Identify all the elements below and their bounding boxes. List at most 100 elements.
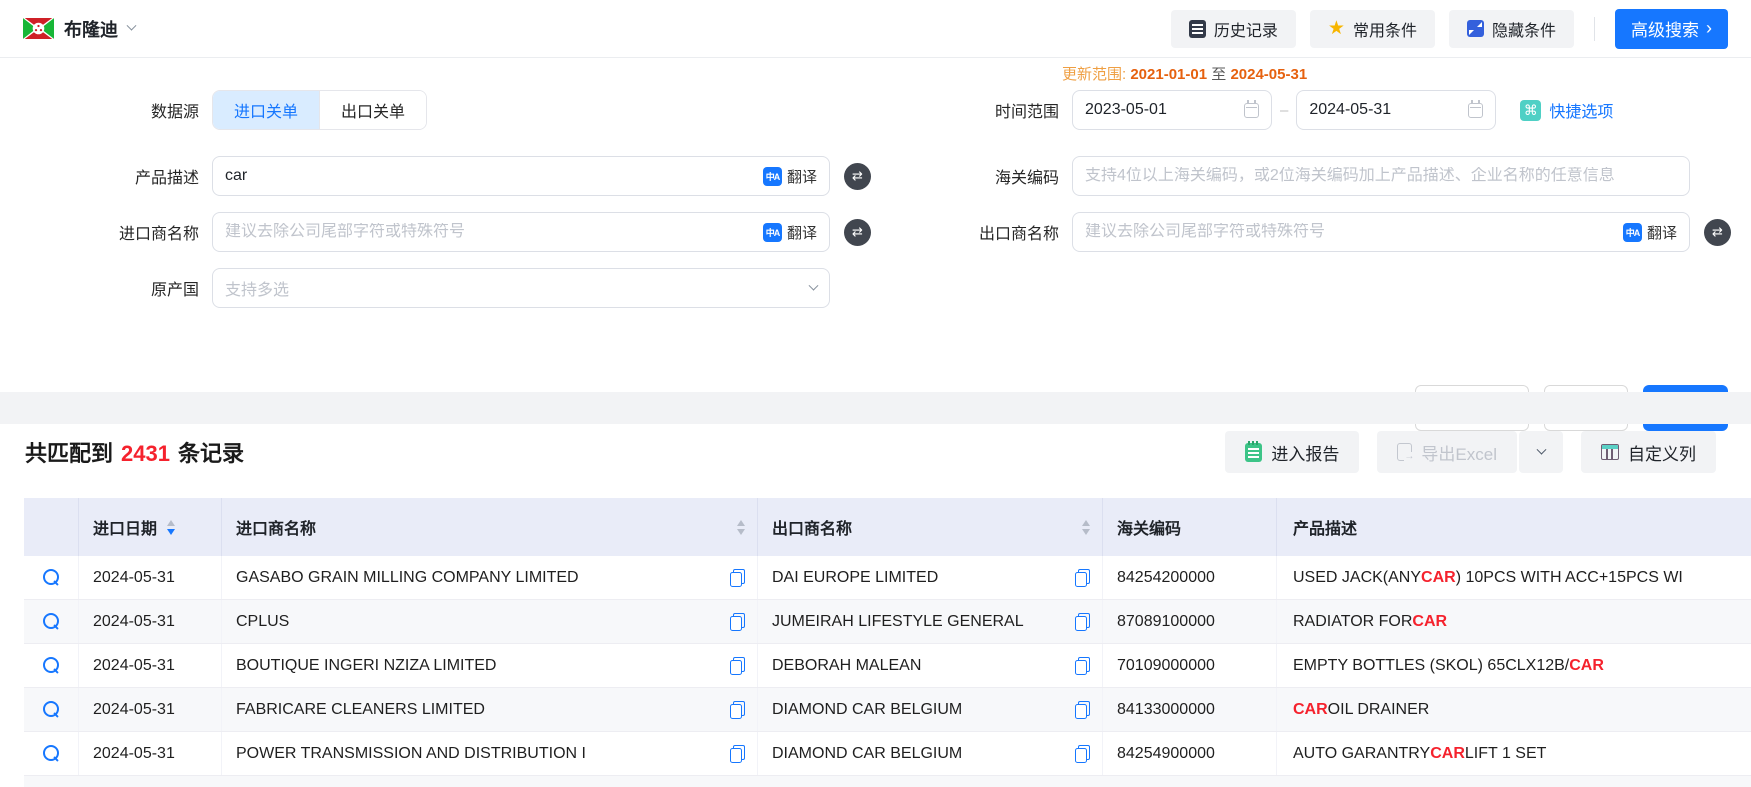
cell-product-desc: RADIATOR FOR CAR [1277, 600, 1751, 643]
translate-toggle-icon[interactable] [844, 163, 871, 190]
sort-asc-icon [1082, 520, 1090, 526]
sort-icons[interactable] [167, 520, 175, 535]
country-selector[interactable]: 布隆迪 [23, 16, 135, 42]
history-label: 历史记录 [1214, 17, 1278, 41]
hs-code-input[interactable] [1085, 167, 1677, 185]
hide-conditions-button[interactable]: 隐藏条件 [1449, 10, 1574, 48]
translate-toggle-icon[interactable] [844, 219, 871, 246]
exporter-input-wrap: 翻译 [1072, 212, 1690, 252]
copy-icon[interactable] [730, 657, 745, 675]
origin-select[interactable]: 支持多选 [212, 268, 830, 308]
cell-product-desc: AUTO GARANTRY CAR LIFT 1 SET [1277, 732, 1751, 775]
favorites-button[interactable]: 常用条件 [1310, 10, 1435, 48]
table-row[interactable]: 2024-05-31 GASABO GRAIN MILLING COMPANY … [24, 556, 1751, 600]
translate-icon [763, 223, 782, 242]
cell-product-desc: EMPTY BOTTLES (SKOL) 65CLX12B/CAR [1277, 644, 1751, 687]
cell-import-date: 2024-05-31 [79, 644, 222, 687]
topbar-actions: 历史记录 常用条件 隐藏条件 高级搜索 [1171, 9, 1728, 49]
start-date-input[interactable] [1085, 101, 1236, 119]
history-button[interactable]: 历史记录 [1171, 10, 1296, 48]
result-count: 2431 [121, 441, 170, 466]
cell-hs-code: 87089100000 [1103, 600, 1277, 643]
exporter-input[interactable] [1085, 223, 1615, 241]
cell-hs-code: 84254200000 [1103, 556, 1277, 599]
sort-icons[interactable] [1082, 520, 1090, 535]
table-row[interactable]: 2024-05-31 CPLUS JUMEIRAH LIFESTYLE GENE… [24, 600, 1751, 644]
results-summary: 共匹配到2431条记录 [25, 436, 244, 468]
date-dash [1280, 102, 1288, 119]
origin-placeholder: 支持多选 [225, 276, 289, 300]
header-cell-hs-code: 海关编码 [1103, 498, 1277, 556]
customize-columns-button[interactable]: 自定义列 [1581, 431, 1716, 473]
row-detail-search-icon[interactable] [43, 745, 60, 762]
export-excel-button[interactable]: 导出Excel [1377, 431, 1517, 473]
country-name: 布隆迪 [64, 16, 118, 42]
update-range-from: 2021-01-01 [1130, 66, 1207, 83]
calendar-icon[interactable] [1468, 103, 1483, 118]
translate-button[interactable]: 翻译 [763, 222, 817, 243]
tab-import-declarations[interactable]: 进口关单 [213, 91, 319, 129]
cell-importer: POWER TRANSMISSION AND DISTRIBUTION I [222, 732, 758, 775]
importer-input[interactable] [225, 223, 755, 241]
chevron-down-icon [1536, 444, 1546, 454]
copy-icon[interactable] [1075, 613, 1090, 631]
translate-button[interactable]: 翻译 [763, 166, 817, 187]
tab-export-declarations[interactable]: 出口关单 [319, 91, 426, 129]
chevron-down-icon [809, 280, 819, 290]
quick-options-link[interactable]: 快捷选项 [1549, 98, 1613, 122]
calendar-icon[interactable] [1244, 103, 1259, 118]
header-cell-importer[interactable]: 进口商名称 [222, 498, 758, 556]
cell-actions [24, 600, 79, 643]
data-source-label: 数据源 [12, 98, 212, 122]
end-date-input[interactable] [1309, 101, 1460, 119]
start-date-wrap [1072, 90, 1272, 130]
cell-actions [24, 644, 79, 687]
header-cell-exporter[interactable]: 出口商名称 [758, 498, 1103, 556]
sort-desc-icon [167, 529, 175, 535]
copy-icon[interactable] [1075, 745, 1090, 763]
table-row[interactable]: 2024-05-31 BOUTIQUE INGERI NZIZA LIMITED… [24, 644, 1751, 688]
cell-exporter: JUMEIRAH LIFESTYLE GENERAL [758, 600, 1103, 643]
row-detail-search-icon[interactable] [43, 701, 60, 718]
cell-import-date: 2024-05-31 [79, 556, 222, 599]
copy-icon[interactable] [1075, 569, 1090, 587]
translate-icon [763, 167, 782, 186]
export-dropdown-button[interactable] [1519, 431, 1563, 473]
results-toolbar: 进入报告 导出Excel 自定义列 [1225, 431, 1716, 473]
sort-desc-icon [1082, 529, 1090, 535]
advanced-search-button[interactable]: 高级搜索 [1615, 9, 1728, 49]
cell-importer: GASABO GRAIN MILLING COMPANY LIMITED [222, 556, 758, 599]
columns-icon [1601, 444, 1619, 460]
advanced-search-label: 高级搜索 [1631, 16, 1699, 41]
copy-icon[interactable] [730, 701, 745, 719]
copy-icon[interactable] [730, 569, 745, 587]
translate-toggle-icon[interactable] [1704, 219, 1731, 246]
table-row[interactable]: 2024-05-31 POWER TRANSMISSION AND DISTRI… [24, 732, 1751, 776]
copy-icon[interactable] [1075, 657, 1090, 675]
enter-report-button[interactable]: 进入报告 [1225, 431, 1359, 473]
copy-icon[interactable] [1075, 701, 1090, 719]
copy-icon[interactable] [730, 745, 745, 763]
row-detail-search-icon[interactable] [43, 657, 60, 674]
header-cell-import-date[interactable]: 进口日期 [79, 498, 222, 556]
copy-icon[interactable] [730, 613, 745, 631]
burundi-flag-icon [23, 18, 54, 39]
row-detail-search-icon[interactable] [43, 613, 60, 630]
translate-button[interactable]: 翻译 [1623, 222, 1677, 243]
cell-exporter: DIAMOND CAR BELGIUM [758, 732, 1103, 775]
importer-row: 进口商名称 翻译 [12, 212, 871, 252]
row-detail-search-icon[interactable] [43, 569, 60, 586]
importer-input-wrap: 翻译 [212, 212, 830, 252]
exporter-row: 出口商名称 翻译 [884, 212, 1731, 252]
divider [1594, 17, 1595, 41]
history-icon [1189, 20, 1206, 38]
cell-actions [24, 688, 79, 731]
product-desc-input[interactable] [225, 167, 755, 185]
sort-icons[interactable] [737, 520, 745, 535]
update-range-label: 更新范围: [1062, 66, 1126, 83]
cell-hs-code: 84254900000 [1103, 732, 1277, 775]
product-desc-input-wrap: 翻译 [212, 156, 830, 196]
table-row[interactable]: 2024-05-31 FABRICARE CLEANERS LIMITED DI… [24, 688, 1751, 732]
arrow-right-icon [1706, 19, 1712, 39]
header-label: 产品描述 [1293, 515, 1357, 539]
